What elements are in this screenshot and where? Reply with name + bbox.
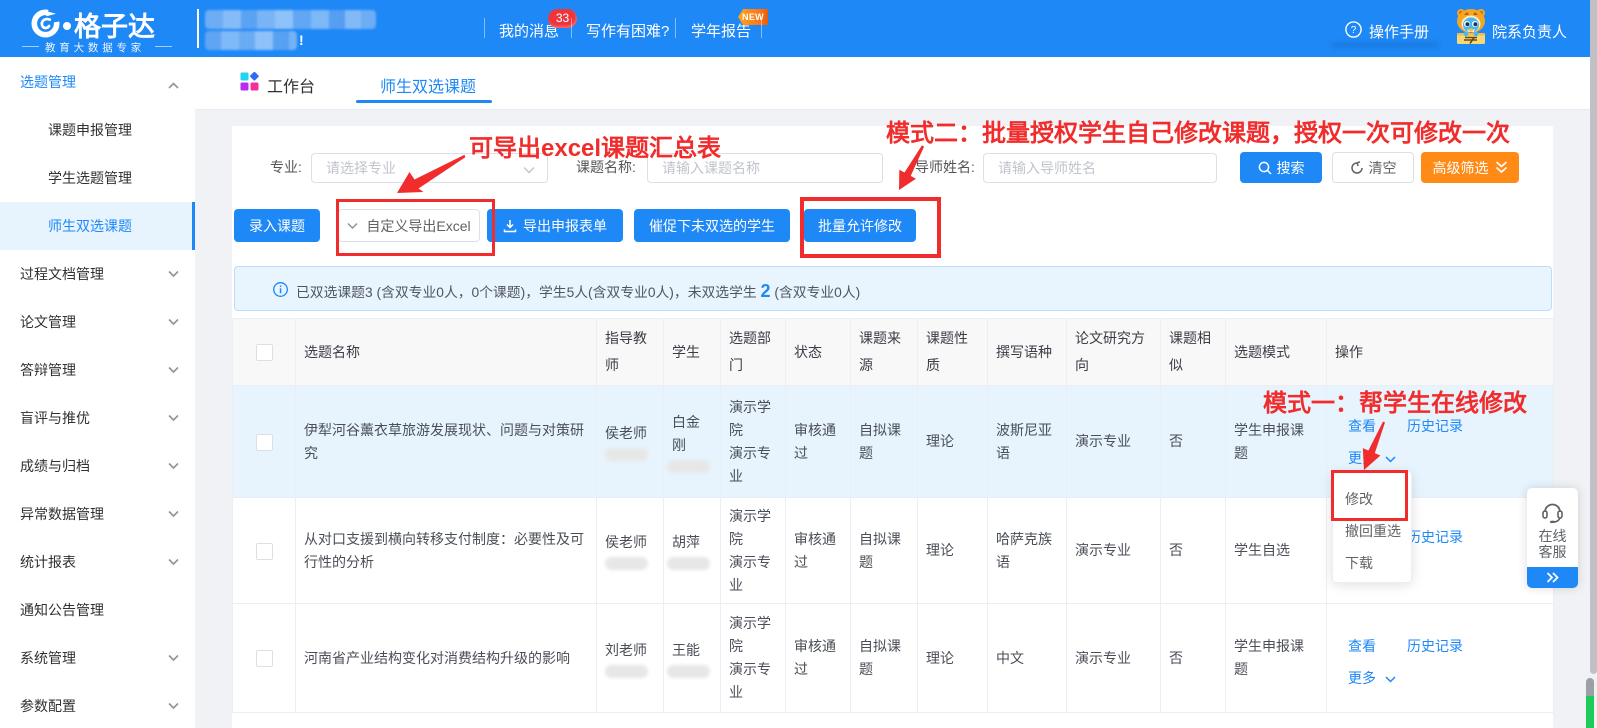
svg-text:?: ? — [1351, 25, 1357, 36]
